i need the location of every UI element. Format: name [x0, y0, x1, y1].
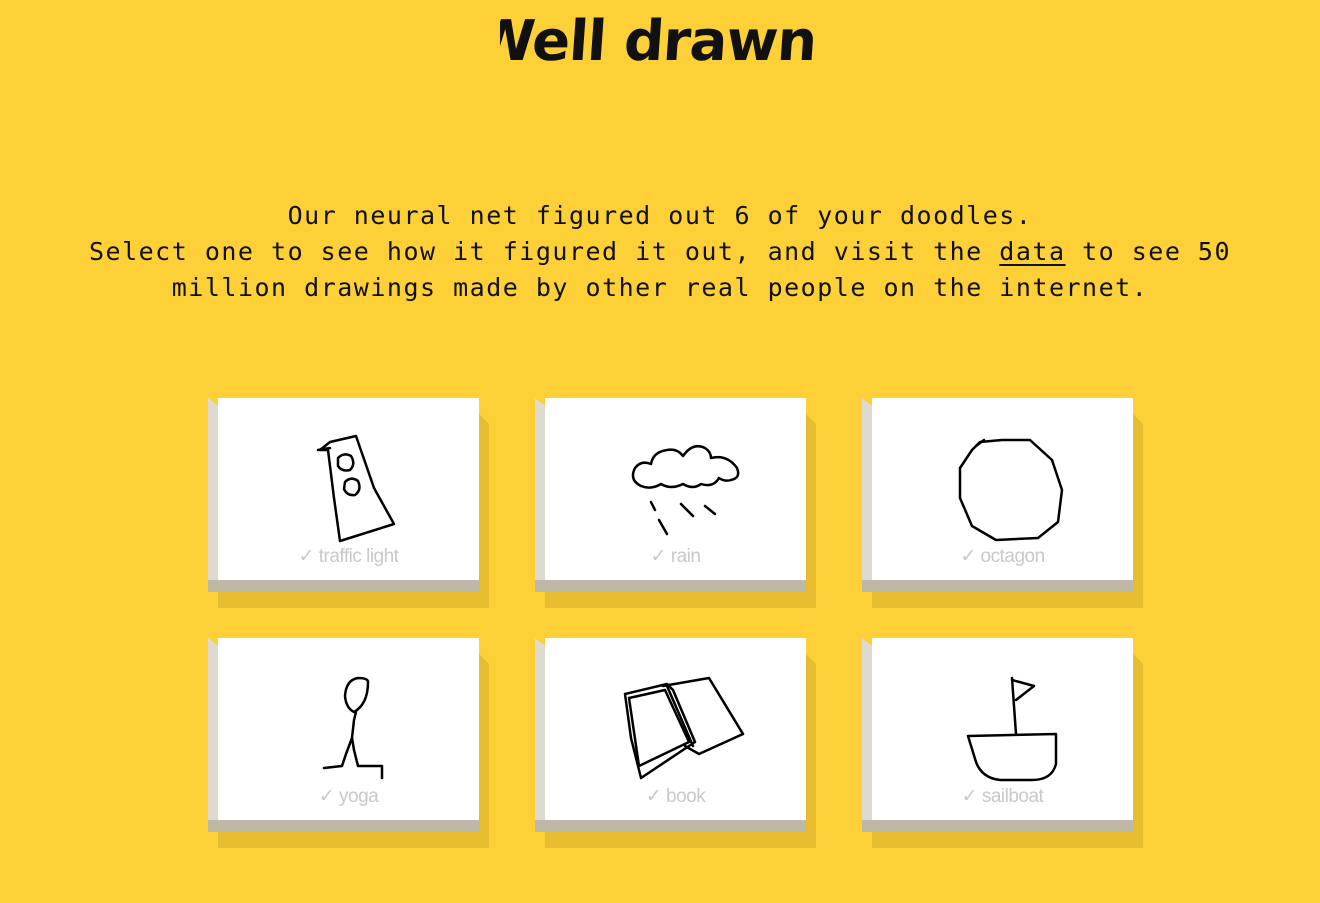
sailboat-doodle-icon — [966, 676, 1058, 782]
doodle-label: ✓ sailboat — [961, 786, 1044, 807]
intro-line-1: Our neural net figured out 6 of your doo… — [287, 201, 1033, 230]
book-doodle-icon — [623, 676, 745, 780]
doodle-label: ✓ rain — [650, 546, 701, 567]
traffic-light-doodle-icon — [316, 434, 396, 543]
page-title: Well drawn! — [0, 0, 1320, 80]
heading-text: Well drawn! — [500, 9, 820, 74]
doodle-label: ✓ yoga — [318, 786, 379, 807]
doodle-label: ✓ book — [645, 786, 706, 807]
well-drawn-heading: Well drawn! — [500, 9, 820, 74]
doodle-card-book[interactable]: ✓ book — [535, 638, 816, 848]
rain-doodle-icon — [631, 445, 740, 536]
doodle-card-octagon[interactable]: ✓ octagon — [862, 398, 1143, 608]
doodle-label: ✓ traffic light — [298, 546, 399, 567]
doodle-card-yoga[interactable]: ✓ yoga — [208, 638, 489, 848]
intro-line-2-start: Select one to see how it figured it out,… — [88, 237, 1000, 266]
doodle-card-sailboat[interactable]: ✓ sailboat — [862, 638, 1143, 848]
data-link[interactable]: data — [999, 237, 1065, 266]
intro-line-2: Select one to see how it figured it out,… — [60, 234, 1260, 306]
doodle-card-traffic-light[interactable]: ✓ traffic light — [208, 398, 489, 608]
doodle-label: ✓ octagon — [960, 546, 1045, 567]
doodle-card-rain[interactable]: ✓ rain — [535, 398, 816, 608]
yoga-doodle-icon — [322, 676, 384, 780]
octagon-doodle-icon — [958, 438, 1064, 542]
intro-text: Our neural net figured out 6 of your doo… — [60, 198, 1260, 306]
